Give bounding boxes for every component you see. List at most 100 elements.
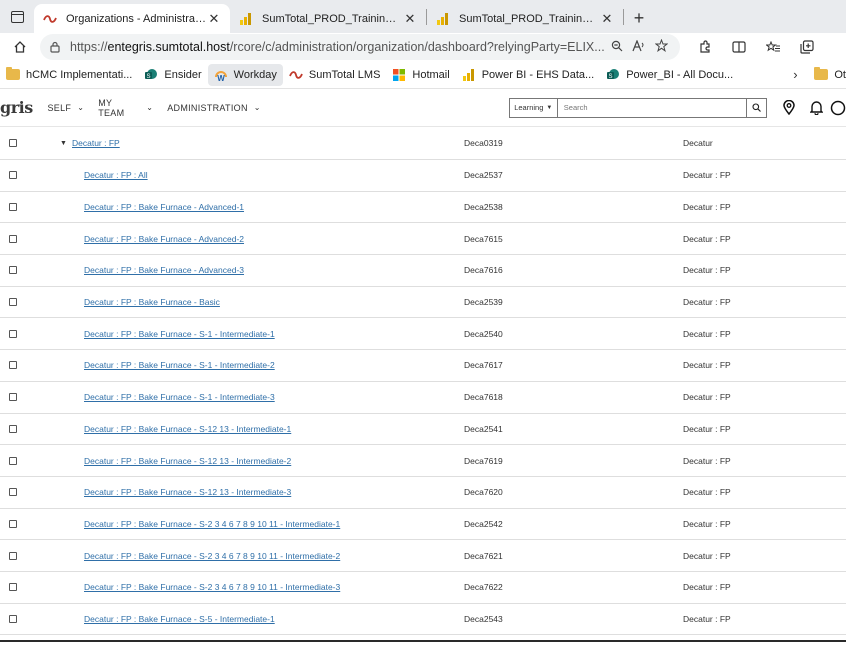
help-icon[interactable] [830,100,846,116]
organization-name-link[interactable]: Decatur : FP [72,138,120,148]
row-checkbox[interactable] [9,266,17,275]
bookmark-label: Ot [834,68,846,81]
row-checkbox[interactable] [9,456,17,465]
organization-name-link[interactable]: Decatur : FP : Bake Furnace - Advanced-1 [84,202,244,212]
organization-code: Deca2540 [464,328,503,339]
zoom-icon[interactable] [606,40,628,55]
organization-name-link[interactable]: Decatur : FP : Bake Furnace - S-12 13 - … [84,424,291,434]
table-row[interactable]: ▼ Decatur : FP Deca0319 Decatur [0,127,846,160]
close-icon[interactable]: ✕ [599,11,615,27]
organization-name-link[interactable]: Decatur : FP : All [84,170,148,180]
organization-name-link[interactable]: Decatur : FP : Bake Furnace - S-2 3 4 6 … [84,519,340,529]
organization-code: Deca2537 [464,170,503,181]
organizations-table: ▼ Decatur : FP Deca0319 Decatur Decatur : FP… [0,127,846,636]
bookmark-hcmc[interactable]: hCMC Implementati... [0,64,138,86]
svg-text:W: W [217,74,225,82]
organization-name-link[interactable]: Decatur : FP : Bake Furnace - S-1 - Inte… [84,360,275,370]
bookmark-hotmail[interactable]: Hotmail [386,64,455,86]
table-row[interactable]: Decatur : FP : Bake Furnace - S-1 - Inte… [0,382,846,414]
chevron-right-icon[interactable]: › [782,67,808,82]
organization-name-link[interactable]: Decatur : FP : Bake Furnace - Advanced-3 [84,265,244,275]
tab-organizations[interactable]: Organizations - Administration - ✕ [34,4,230,33]
table-row[interactable]: Decatur : FP : Bake Furnace - Advanced-3… [0,255,846,287]
organization-name-link[interactable]: Decatur : FP : Bake Furnace - S-5 - Inte… [84,614,275,624]
lock-icon[interactable] [48,40,62,54]
tab-training-metric-2[interactable]: SumTotal_PROD_Training_Metric ✕ [427,4,623,33]
favorite-star-icon[interactable] [650,38,672,55]
search-icon[interactable] [745,98,766,117]
table-row[interactable]: Decatur : FP : Bake Furnace - S-1 - Inte… [0,350,846,382]
tab-training-metric-1[interactable]: SumTotal_PROD_Training_Metric ✕ [230,4,426,33]
bookmark-powerbi-ehs[interactable]: Power BI - EHS Data... [456,64,600,86]
read-aloud-icon[interactable] [628,38,650,55]
organization-name-link[interactable]: Decatur : FP : Bake Furnace - Basic [84,297,220,307]
table-row[interactable]: Decatur : FP : Bake Furnace - Advanced-2… [0,223,846,256]
home-icon[interactable] [0,40,40,54]
table-row[interactable]: Decatur : FP : Bake Furnace - Basic Deca2… [0,287,846,319]
close-icon[interactable]: ✕ [206,11,222,27]
row-checkbox[interactable] [9,298,17,307]
row-checkbox[interactable] [9,424,17,433]
row-checkbox[interactable] [9,361,17,370]
tab-actions-icon[interactable] [0,0,34,33]
table-row[interactable]: Decatur : FP : Bake Furnace - S-2 3 4 6 … [0,540,846,572]
search-input[interactable] [557,98,746,117]
url-text[interactable]: https://entegris.sumtotal.host/rcore/c/a… [70,40,606,54]
favorites-icon[interactable] [756,40,790,54]
organization-name-link[interactable]: Decatur : FP : Bake Furnace - S-2 3 4 6 … [84,551,340,561]
row-checkbox[interactable] [9,171,17,180]
row-checkbox[interactable] [9,234,17,243]
table-row[interactable]: Decatur : FP : Bake Furnace - S-5 - Inte… [0,604,846,636]
workday-icon: W [214,68,228,82]
organization-code: Deca2542 [464,518,503,529]
organization-name-link[interactable]: Decatur : FP : Bake Furnace - S-12 13 - … [84,487,291,497]
row-checkbox[interactable] [9,551,17,560]
entegris-logo[interactable]: gris [0,98,37,117]
nav-my-team[interactable]: MY TEAM ⌄ [98,98,153,118]
organization-name-link[interactable]: Decatur : FP : Bake Furnace - S-2 3 4 6 … [84,582,340,592]
location-pin-icon[interactable] [775,100,803,115]
collections-icon[interactable] [790,40,824,54]
bookmark-ensider[interactable]: S Ensider [138,64,207,86]
organization-name-link[interactable]: Decatur : FP : Bake Furnace - S-12 13 - … [84,456,291,466]
organization-name-link[interactable]: Decatur : FP : Bake Furnace - Advanced-2 [84,234,244,244]
table-row[interactable]: Decatur : FP : Bake Furnace - S-12 13 - … [0,445,846,477]
table-row[interactable]: Decatur : FP : Bake Furnace - S-12 13 - … [0,414,846,446]
bell-icon[interactable] [802,100,830,115]
organization-code: Deca7619 [464,455,503,466]
organization-name-link[interactable]: Decatur : FP : Bake Furnace - S-1 - Inte… [84,392,275,402]
new-tab-button[interactable]: + [624,4,654,33]
nav-self[interactable]: SELF ⌄ [47,103,84,113]
extensions-icon[interactable] [688,40,722,54]
row-checkbox[interactable] [9,488,17,497]
close-icon[interactable]: ✕ [402,11,418,27]
row-checkbox[interactable] [9,139,17,147]
bookmark-other[interactable]: Ot [808,64,846,86]
table-row[interactable]: Decatur : FP : Bake Furnace - S-2 3 4 6 … [0,572,846,604]
organization-code: Deca7616 [464,265,503,276]
row-checkbox[interactable] [9,519,17,528]
address-bar[interactable]: https://entegris.sumtotal.host/rcore/c/a… [40,34,680,60]
expand-caret-icon[interactable]: ▼ [60,140,67,147]
table-row[interactable]: Decatur : FP : Bake Furnace - S-1 - Inte… [0,318,846,351]
organization-name-link[interactable]: Decatur : FP : Bake Furnace - S-1 - Inte… [84,329,275,339]
table-row[interactable]: Decatur : FP : All Deca2537 Decatur : FP [0,160,846,192]
bookmark-workday[interactable]: W Workday [207,63,283,86]
split-screen-icon[interactable] [722,41,756,53]
row-checkbox[interactable] [9,393,17,402]
row-checkbox[interactable] [9,329,17,338]
search-scope-select[interactable]: Learning ▼ [510,98,558,117]
parent-organization: Decatur : FP [683,582,731,593]
bookmark-label: Hotmail [412,68,450,81]
nav-administration[interactable]: ADMINISTRATION ⌄ [167,103,261,113]
table-row[interactable]: Decatur : FP : Bake Furnace - S-2 3 4 6 … [0,509,846,541]
bookmark-powerbi-docs[interactable]: S Power_BI - All Docu... [600,64,739,86]
row-checkbox[interactable] [9,614,17,623]
svg-text:S: S [609,74,613,80]
table-row[interactable]: Decatur : FP : Bake Furnace - Advanced-1… [0,192,846,224]
bookmark-sumtotal-lms[interactable]: SumTotal LMS [283,64,387,86]
browser-tab-strip: Organizations - Administration - ✕ SumTo… [0,0,846,33]
table-row[interactable]: Decatur : FP : Bake Furnace - S-12 13 - … [0,477,846,509]
row-checkbox[interactable] [9,203,17,212]
row-checkbox[interactable] [9,583,17,592]
